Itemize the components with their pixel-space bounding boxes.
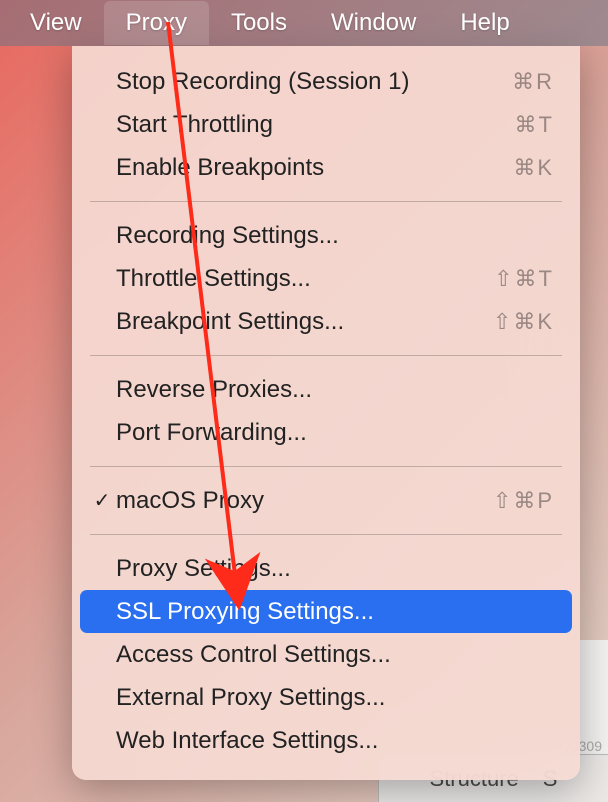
menu-stop-recording[interactable]: Stop Recording (Session 1) ⌘R (80, 60, 572, 103)
separator (90, 466, 562, 467)
menu-help[interactable]: Help (438, 1, 531, 45)
shortcut: ⇧⌘T (494, 266, 554, 292)
item-label: External Proxy Settings... (116, 684, 554, 712)
menu-window[interactable]: Window (309, 1, 438, 45)
item-label: SSL Proxying Settings... (116, 598, 554, 626)
item-label: Web Interface Settings... (116, 727, 554, 755)
separator (90, 201, 562, 202)
item-label: Start Throttling (116, 111, 515, 139)
item-label: Access Control Settings... (116, 641, 554, 669)
menu-proxy[interactable]: Proxy (104, 1, 209, 45)
right-panel-sliver (578, 640, 608, 754)
shortcut: ⇧⌘P (493, 488, 554, 514)
menu-ssl-proxying-settings[interactable]: SSL Proxying Settings... (80, 590, 572, 633)
item-label: Breakpoint Settings... (116, 308, 493, 336)
menu-access-control-settings[interactable]: Access Control Settings... (80, 633, 572, 676)
menu-external-proxy-settings[interactable]: External Proxy Settings... (80, 676, 572, 719)
separator (90, 355, 562, 356)
proxy-dropdown: Stop Recording (Session 1) ⌘R Start Thro… (72, 46, 580, 780)
item-label: Stop Recording (Session 1) (116, 68, 512, 96)
menu-throttle-settings[interactable]: Throttle Settings... ⇧⌘T (80, 257, 572, 300)
menu-enable-breakpoints[interactable]: Enable Breakpoints ⌘K (80, 146, 572, 189)
menu-proxy-settings[interactable]: Proxy Settings... (80, 547, 572, 590)
menu-web-interface-settings[interactable]: Web Interface Settings... (80, 719, 572, 762)
shortcut: ⌘T (515, 112, 554, 138)
item-label: Reverse Proxies... (116, 376, 554, 404)
item-label: Recording Settings... (116, 222, 554, 250)
item-label: Enable Breakpoints (116, 154, 513, 182)
item-label: macOS Proxy (116, 487, 493, 515)
menu-macos-proxy[interactable]: ✓ macOS Proxy ⇧⌘P (80, 479, 572, 522)
menu-start-throttling[interactable]: Start Throttling ⌘T (80, 103, 572, 146)
shortcut: ⌘K (513, 155, 554, 181)
menu-tools[interactable]: Tools (209, 1, 309, 45)
item-label: Proxy Settings... (116, 555, 554, 583)
menu-recording-settings[interactable]: Recording Settings... (80, 214, 572, 257)
separator (90, 534, 562, 535)
menu-port-forwarding[interactable]: Port Forwarding... (80, 411, 572, 454)
shortcut: ⇧⌘K (493, 309, 554, 335)
menu-view[interactable]: View (8, 1, 104, 45)
menu-breakpoint-settings[interactable]: Breakpoint Settings... ⇧⌘K (80, 300, 572, 343)
check-icon: ✓ (88, 488, 116, 513)
item-label: Throttle Settings... (116, 265, 494, 293)
menu-reverse-proxies[interactable]: Reverse Proxies... (80, 368, 572, 411)
shortcut: ⌘R (512, 69, 554, 95)
menubar: View Proxy Tools Window Help (0, 0, 608, 46)
item-label: Port Forwarding... (116, 419, 554, 447)
